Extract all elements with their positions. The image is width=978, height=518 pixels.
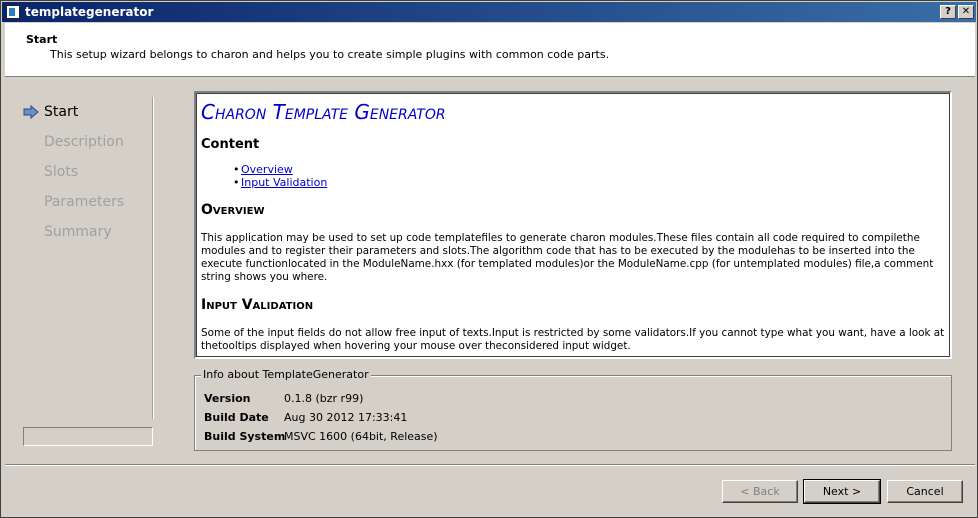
doc-title: Charon Template Generator xyxy=(201,100,446,124)
info-key: Build System xyxy=(204,430,286,443)
step-parameters: Parameters xyxy=(23,191,148,221)
step-label: Start xyxy=(44,104,79,120)
progress-bar xyxy=(23,427,153,446)
validation-text: Some of the input fields do not allow fr… xyxy=(201,327,945,352)
next-button[interactable]: Next > xyxy=(803,479,881,504)
step-label: Slots xyxy=(44,164,79,180)
title-bar[interactable]: templategenerator ? ✕ xyxy=(2,2,976,22)
info-key: Version xyxy=(204,392,251,405)
arrow-right-icon xyxy=(23,105,39,119)
bullet-icon: • xyxy=(233,163,240,176)
step-description: Description xyxy=(23,131,148,161)
button-separator xyxy=(5,464,975,466)
app-icon xyxy=(6,5,20,19)
cancel-button[interactable]: Cancel xyxy=(887,480,963,503)
validation-heading: Input Validation xyxy=(201,297,314,313)
close-button[interactable]: ✕ xyxy=(958,5,974,19)
info-group: Info about TemplateGenerator Version 0.1… xyxy=(194,368,952,451)
step-label: Summary xyxy=(44,224,112,240)
info-value: MSVC 1600 (64bit, Release) xyxy=(284,430,438,443)
info-value: Aug 30 2012 17:33:41 xyxy=(284,411,408,424)
toc-item: • Input Validation xyxy=(233,176,949,189)
toc-link-overview[interactable]: Overview xyxy=(241,163,293,176)
table-of-contents: • Overview • Input Validation xyxy=(233,163,949,189)
overview-heading: Overview xyxy=(201,202,265,218)
page-title: Start xyxy=(26,33,58,46)
step-start: Start xyxy=(23,101,148,131)
nav-divider xyxy=(152,97,154,419)
bullet-icon: • xyxy=(233,176,240,189)
step-summary: Summary xyxy=(23,221,148,251)
info-group-title: Info about TemplateGenerator xyxy=(201,368,371,381)
info-key: Build Date xyxy=(204,411,269,424)
step-slots: Slots xyxy=(23,161,148,191)
wizard-window: templategenerator ? ✕ Start This setup w… xyxy=(0,0,978,518)
toc-item: • Overview xyxy=(233,163,949,176)
info-value: 0.1.8 (bzr r99) xyxy=(284,392,364,405)
overview-text: This application may be used to set up c… xyxy=(201,232,934,283)
help-browser[interactable]: Charon Template Generator Content • Overv… xyxy=(194,91,952,359)
wizard-header: Start This setup wizard belongs to charo… xyxy=(5,23,975,77)
window-title: templategenerator xyxy=(25,5,154,19)
wizard-steps: Start Description Slots Parameters Summa… xyxy=(23,101,148,251)
help-button[interactable]: ? xyxy=(940,5,956,19)
step-label: Description xyxy=(44,134,124,150)
back-button[interactable]: < Back xyxy=(722,480,798,503)
page-subtitle: This setup wizard belongs to charon and … xyxy=(50,48,610,61)
content-heading: Content xyxy=(201,137,260,152)
step-label: Parameters xyxy=(44,194,125,210)
toc-link-input-validation[interactable]: Input Validation xyxy=(241,176,327,189)
